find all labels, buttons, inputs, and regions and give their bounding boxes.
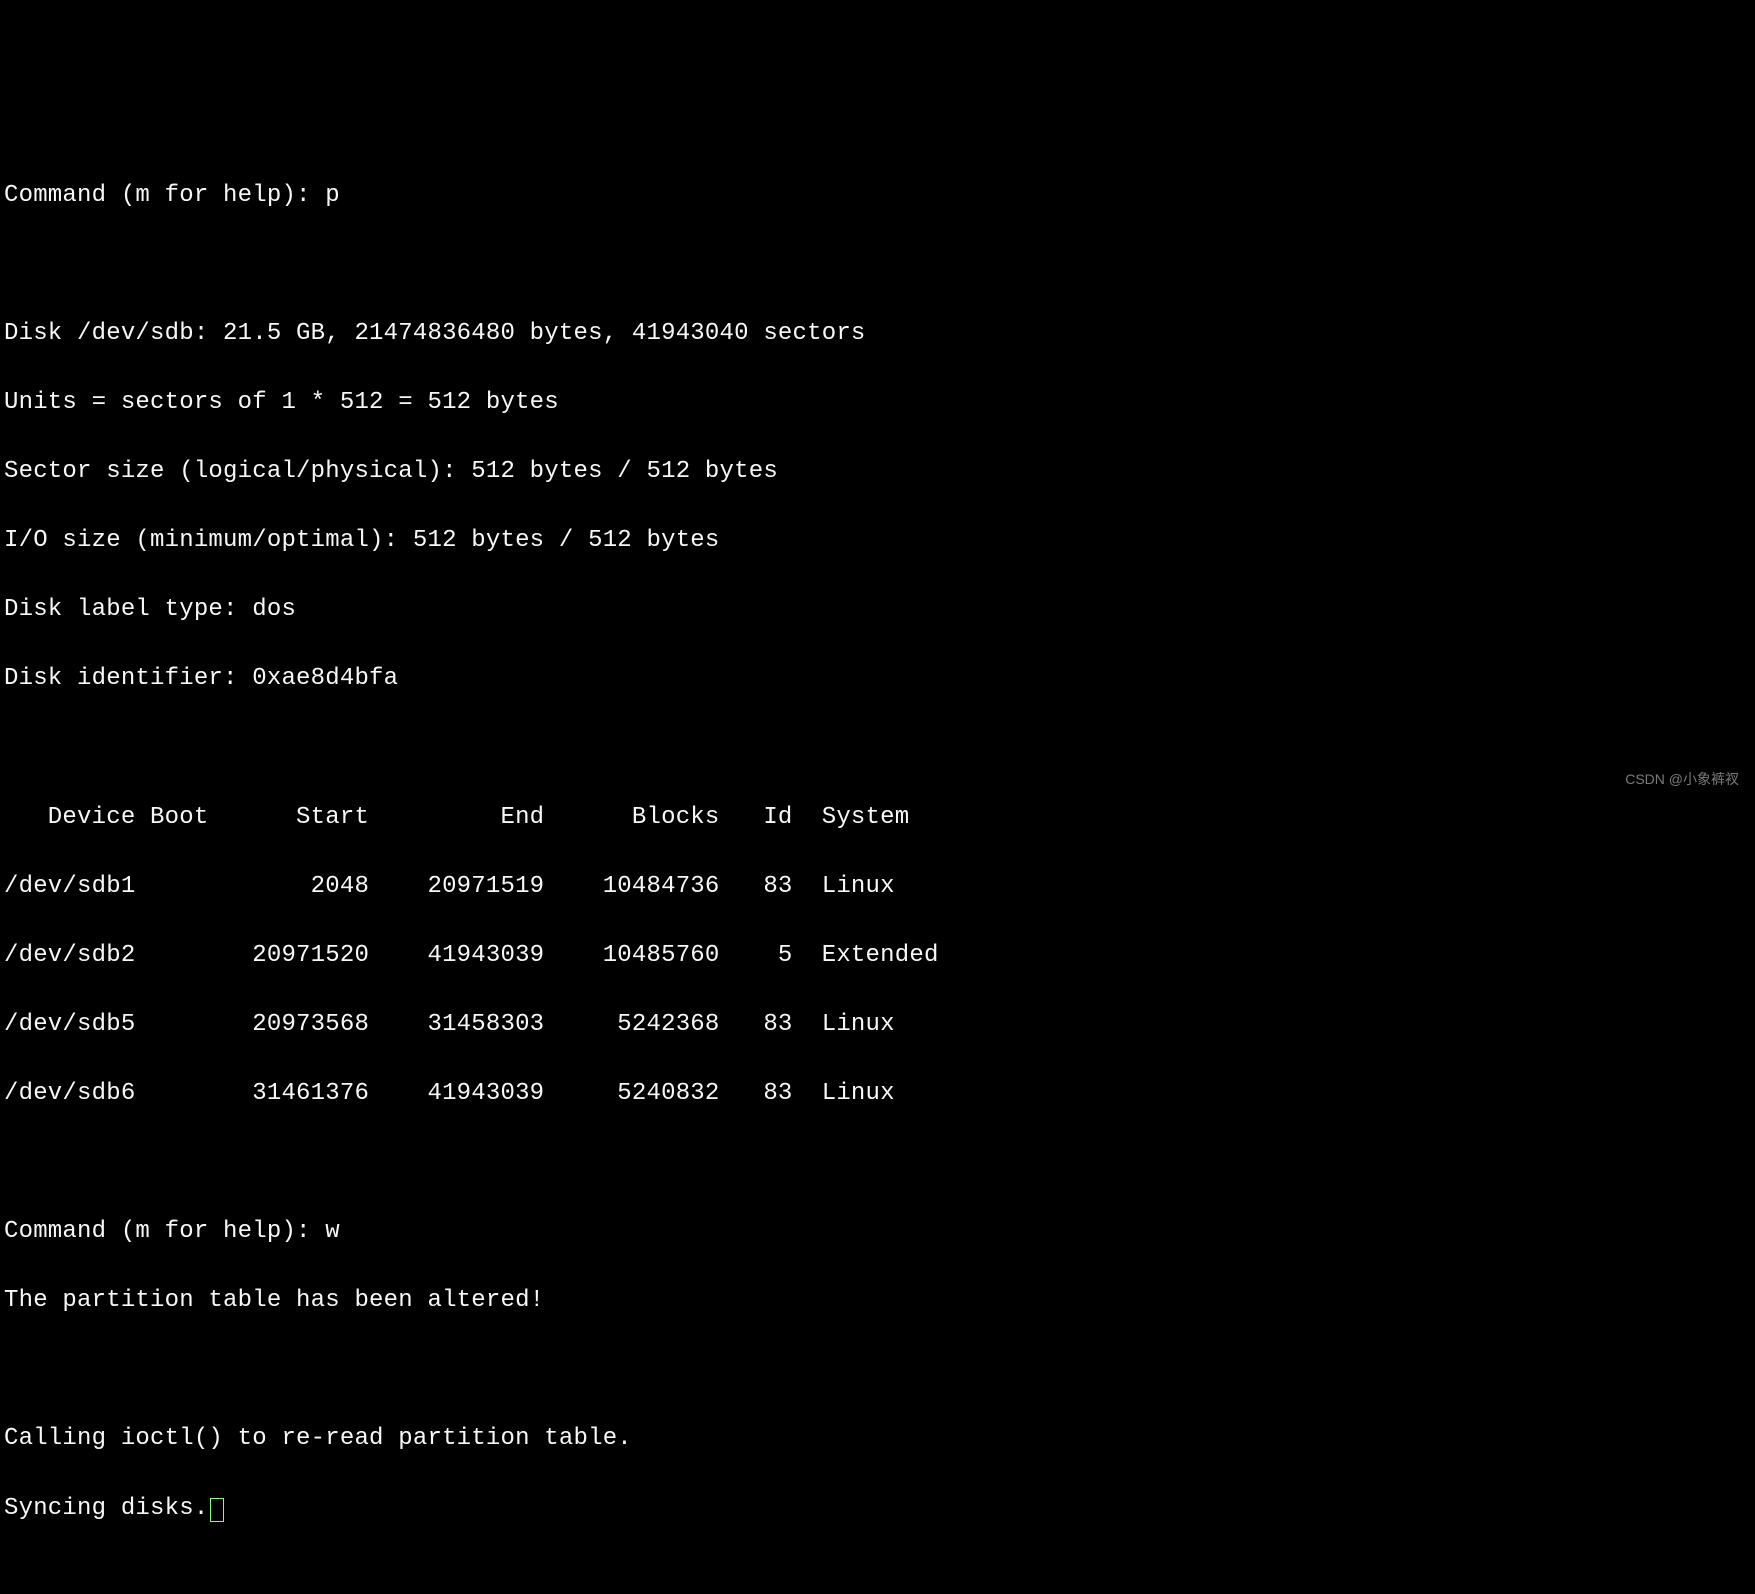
altered-message: The partition table has been altered! (4, 1284, 1751, 1319)
disk-summary-line: Disk /dev/sdb: 21.5 GB, 21474836480 byte… (4, 317, 1751, 352)
disk-label-type-line: Disk label type: dos (4, 593, 1751, 628)
blank-line (4, 1353, 1751, 1388)
io-size-line: I/O size (minimum/optimal): 512 bytes / … (4, 524, 1751, 559)
command-prompt-line: Command (m for help): p (4, 179, 1751, 214)
prompt-label: Command (m for help): (4, 182, 325, 209)
command-prompt-line: Command (m for help): w (4, 1215, 1751, 1250)
partition-table-header: Device Boot Start End Blocks Id System (4, 801, 1751, 836)
table-row: /dev/sdb6 31461376 41943039 5240832 83 L… (4, 1077, 1751, 1112)
cursor-icon (210, 1498, 223, 1522)
units-line: Units = sectors of 1 * 512 = 512 bytes (4, 386, 1751, 421)
blank-line (4, 248, 1751, 283)
syncing-text: Syncing disks. (4, 1495, 208, 1522)
table-row: /dev/sdb5 20973568 31458303 5242368 83 L… (4, 1008, 1751, 1043)
watermark-text: CSDN @小象裤衩 (1625, 769, 1739, 789)
prompt-label: Command (m for help): (4, 1218, 325, 1245)
user-input-w: w (325, 1218, 340, 1245)
table-row: /dev/sdb1 2048 20971519 10484736 83 Linu… (4, 870, 1751, 905)
user-input-p: p (325, 182, 340, 209)
blank-line (4, 1146, 1751, 1181)
table-row: /dev/sdb2 20971520 41943039 10485760 5 E… (4, 939, 1751, 974)
disk-identifier-line: Disk identifier: 0xae8d4bfa (4, 662, 1751, 697)
terminal-output[interactable]: Command (m for help): p Disk /dev/sdb: 2… (4, 144, 1751, 1560)
sector-size-line: Sector size (logical/physical): 512 byte… (4, 455, 1751, 490)
ioctl-message: Calling ioctl() to re-read partition tab… (4, 1422, 1751, 1457)
syncing-message: Syncing disks. (4, 1492, 1751, 1527)
blank-line (4, 731, 1751, 766)
